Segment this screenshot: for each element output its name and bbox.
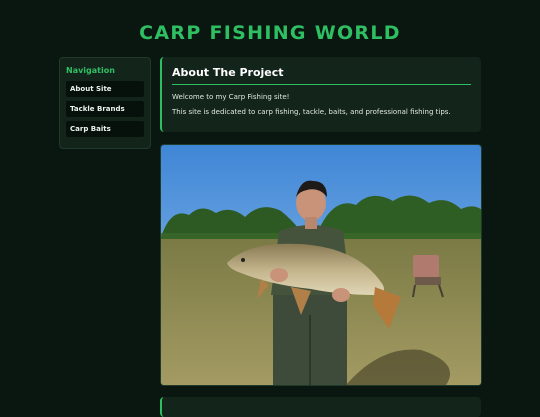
next-section-card (160, 397, 481, 417)
sidebar-item-about-site[interactable]: About Site (66, 81, 144, 97)
about-card: About The Project Welcome to my Carp Fis… (160, 57, 481, 132)
about-description-text: This site is dedicated to carp fishing, … (172, 108, 451, 116)
photo-illustration (161, 145, 481, 385)
about-title: About The Project (172, 66, 471, 85)
sidebar-item-tackle-brands[interactable]: Tackle Brands (66, 101, 144, 117)
about-welcome-text: Welcome to my Carp Fishing site! (172, 93, 290, 101)
site-title: CARP FISHING WORLD (139, 22, 401, 44)
person-holding-carp-photo (160, 144, 482, 386)
sidebar-heading: Navigation (66, 66, 115, 75)
sidebar-item-carp-baits[interactable]: Carp Baits (66, 121, 144, 137)
sidebar-nav: Navigation About Site Tackle Brands Carp… (59, 57, 151, 149)
